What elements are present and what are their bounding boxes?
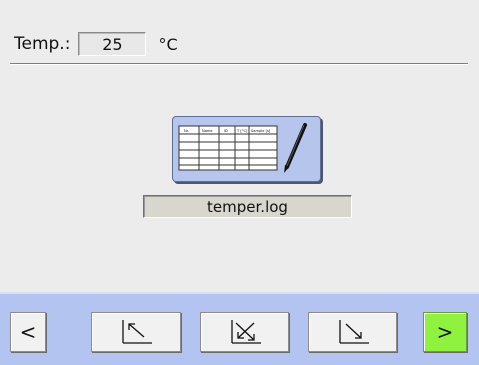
previous-button[interactable]: <: [10, 312, 46, 352]
temperature-input[interactable]: 25: [78, 32, 147, 56]
log-filename-field[interactable]: temper.log: [143, 195, 352, 218]
next-label: >: [436, 320, 454, 344]
pen-icon: [284, 123, 307, 173]
table-header-1: Name: [202, 129, 213, 133]
crossed-arrows-button[interactable]: [200, 312, 289, 352]
temperature-row: Temp.: 25 °C: [14, 30, 178, 58]
previous-label: <: [19, 320, 37, 344]
log-table-button[interactable]: Nr. Name ID T [°C] Sample [s]: [172, 116, 321, 182]
arrow-down-right-button[interactable]: [308, 312, 397, 352]
table-header-4: Sample [s]: [251, 129, 271, 133]
table-pen-icon: Nr. Name ID T [°C] Sample [s]: [178, 123, 307, 173]
crossed-arrows-icon: [230, 320, 261, 344]
arrow-up-left-button[interactable]: [91, 312, 181, 352]
arrow-up-left-icon: [122, 320, 152, 344]
temperature-unit: °C: [158, 34, 178, 54]
temperature-value: 25: [102, 34, 123, 54]
app-window: Temp.: 25 °C Nr. Name ID T [°C] Sample […: [0, 0, 479, 365]
log-filename: temper.log: [207, 197, 288, 216]
table-header-3: T [°C]: [236, 129, 248, 133]
table-header-0: Nr.: [184, 129, 189, 133]
next-button[interactable]: >: [423, 312, 467, 352]
arrow-down-right-icon: [338, 320, 369, 344]
table-header-2: ID: [224, 129, 228, 133]
temperature-label: Temp.:: [14, 34, 71, 54]
header-divider: [10, 63, 468, 65]
